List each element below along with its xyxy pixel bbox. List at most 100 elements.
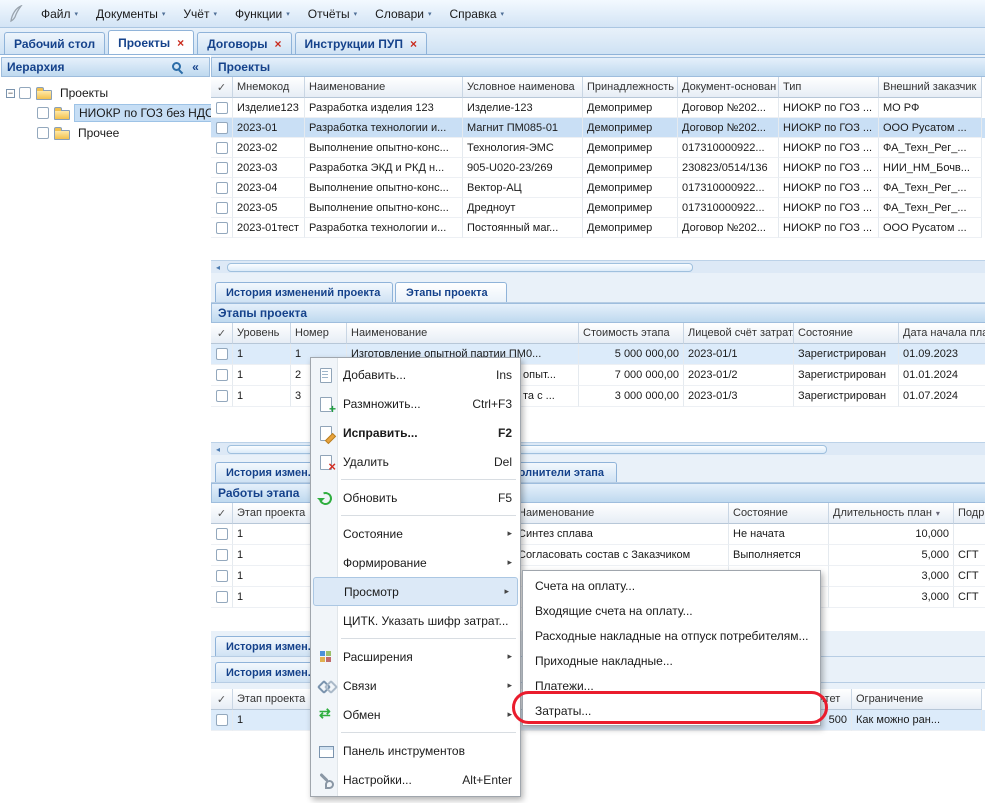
menu-add[interactable]: Добавить...Ins: [311, 360, 520, 389]
table-row[interactable]: 2023-04Выполнение опытно-конс...Вектор-А…: [211, 178, 985, 198]
column-header[interactable]: Длительность план▾: [829, 503, 954, 524]
column-header[interactable]: ✓: [211, 323, 233, 344]
menu-refresh[interactable]: ОбновитьF5: [311, 483, 520, 512]
column-header[interactable]: Внешний заказчик: [879, 77, 982, 98]
table-row[interactable]: 2023-03Разработка ЭКД и РКД н...905-U020…: [211, 158, 985, 178]
tab-contracts[interactable]: Договоры×: [197, 32, 291, 54]
table-row[interactable]: 2023-02Выполнение опытно-конс...Технолог…: [211, 138, 985, 158]
checkbox[interactable]: [216, 122, 228, 134]
table-cell: НИОКР по ГОЗ ...: [779, 218, 879, 238]
submenu-receipt-notes[interactable]: Приходные накладные...: [523, 648, 820, 673]
menu-dictionaries[interactable]: Словари▾: [366, 3, 440, 25]
checkbox[interactable]: [216, 549, 228, 561]
menu-edit[interactable]: Исправить...F2: [311, 418, 520, 447]
checkbox[interactable]: [216, 528, 228, 540]
close-tab-icon[interactable]: ×: [275, 39, 282, 49]
submenu-payments[interactable]: Платежи...: [523, 673, 820, 698]
scroll-left-icon[interactable]: ◂: [211, 261, 225, 274]
close-tab-icon[interactable]: ×: [410, 39, 417, 49]
column-header[interactable]: Наименование: [305, 77, 463, 98]
column-header[interactable]: ✓: [211, 503, 233, 524]
menu-reports[interactable]: Отчёты▾: [299, 3, 366, 25]
column-header[interactable]: Номер: [291, 323, 347, 344]
column-header[interactable]: Мнемокод: [233, 77, 305, 98]
menu-extensions[interactable]: Расширения▸: [311, 642, 520, 671]
table-row[interactable]: 2023-05Выполнение опытно-конс...Дредноут…: [211, 198, 985, 218]
submenu-expense-notes[interactable]: Расходные накладные на отпуск потребител…: [523, 623, 820, 648]
column-header[interactable]: ✓: [211, 689, 233, 710]
search-button[interactable]: [168, 59, 185, 75]
tab[interactable]: Этапы проекта: [395, 282, 507, 302]
checkbox[interactable]: [216, 102, 228, 114]
close-tab-icon[interactable]: ×: [177, 38, 184, 48]
checkbox[interactable]: [216, 390, 228, 402]
column-header[interactable]: Наименование: [347, 323, 579, 344]
table-row[interactable]: 2023-01тестРазработка технологии и...Пос…: [211, 218, 985, 238]
checkbox[interactable]: [216, 162, 228, 174]
checkbox[interactable]: [216, 591, 228, 603]
menu-documents[interactable]: Документы▾: [87, 3, 174, 25]
tab-desktop[interactable]: Рабочий стол: [4, 32, 105, 54]
checkbox[interactable]: [216, 348, 228, 360]
tree-item[interactable]: −Проекты: [0, 83, 211, 103]
column-header[interactable]: Состояние: [729, 503, 829, 524]
tab-instructions[interactable]: Инструкции ПУП×: [295, 32, 427, 54]
table-cell: 1: [233, 344, 291, 365]
checkbox[interactable]: [216, 714, 228, 726]
column-header[interactable]: Наименование: [514, 503, 729, 524]
column-header[interactable]: Лицевой счёт затрат.: [684, 323, 794, 344]
scroll-left-icon[interactable]: ◂: [211, 443, 225, 456]
menu-delete[interactable]: УдалитьDel: [311, 447, 520, 476]
column-header[interactable]: Стоимость этапа: [579, 323, 684, 344]
column-header[interactable]: Подр...: [954, 503, 985, 524]
menu-formation[interactable]: Формирование▸: [311, 548, 520, 577]
table-row[interactable]: 2023-01Разработка технологии и...Магнит …: [211, 118, 985, 138]
column-header[interactable]: Дата начала план: [899, 323, 985, 344]
checkbox[interactable]: [216, 222, 228, 234]
menu-exchange[interactable]: Обмен▸: [311, 700, 520, 729]
checkbox[interactable]: [216, 142, 228, 154]
scrollbar-thumb[interactable]: [227, 263, 693, 272]
menu-state[interactable]: Состояние▸: [311, 519, 520, 548]
submenu-costs[interactable]: Затраты...: [523, 698, 820, 723]
column-header[interactable]: ✓: [211, 77, 233, 98]
tree-item[interactable]: Прочее: [0, 123, 211, 143]
checkbox[interactable]: [19, 87, 31, 99]
column-header-label: Наименование: [518, 507, 594, 519]
menu-citk-cost-code[interactable]: ЦИТК. Указать шифр затрат...: [311, 606, 520, 635]
checkbox[interactable]: [216, 182, 228, 194]
menu-toolbar-panel[interactable]: Панель инструментов: [311, 736, 520, 765]
menu-accounting[interactable]: Учёт▾: [174, 3, 226, 25]
tab[interactable]: История изменений проекта: [215, 282, 393, 302]
column-header[interactable]: Состояние: [794, 323, 899, 344]
checkbox[interactable]: [216, 570, 228, 582]
submenu-invoices[interactable]: Счета на оплату...: [523, 573, 820, 598]
menu-settings[interactable]: Настройки...Alt+Enter: [311, 765, 520, 794]
submenu-incoming-invoices[interactable]: Входящие счета на оплату...: [523, 598, 820, 623]
checkbox[interactable]: [37, 107, 49, 119]
menu-help[interactable]: Справка▾: [440, 3, 513, 25]
menu-duplicate[interactable]: Размножить...Ctrl+F3: [311, 389, 520, 418]
table-cell: 01.09.2023: [899, 344, 985, 365]
column-header[interactable]: Тип: [779, 77, 879, 98]
table-row[interactable]: Изделие123Разработка изделия 123Изделие-…: [211, 98, 985, 118]
tree-item[interactable]: НИОКР по ГОЗ без НДС: [0, 103, 211, 123]
column-header[interactable]: Документ-основан: [678, 77, 779, 98]
column-header[interactable]: Условное наименова: [463, 77, 583, 98]
column-header[interactable]: Ограничение: [852, 689, 982, 710]
table-cell: 2023-01/1: [684, 344, 794, 365]
cell-value: НИОКР по ГОЗ ...: [783, 142, 872, 154]
column-header[interactable]: Уровень: [233, 323, 291, 344]
column-header[interactable]: Принадлежность: [583, 77, 678, 98]
checkbox[interactable]: [216, 202, 228, 214]
expander-icon[interactable]: −: [6, 89, 15, 98]
menu-links[interactable]: Связи▸: [311, 671, 520, 700]
projects-horizontal-scrollbar[interactable]: ◂ ▸: [211, 260, 985, 273]
tab-projects[interactable]: Проекты×: [108, 30, 194, 54]
menu-functions[interactable]: Функции▾: [226, 3, 299, 25]
collapse-panel-button[interactable]: «: [187, 59, 204, 75]
menu-view[interactable]: Просмотр▸: [313, 577, 518, 606]
checkbox[interactable]: [37, 127, 49, 139]
menu-file[interactable]: Файл▾: [32, 3, 87, 25]
checkbox[interactable]: [216, 369, 228, 381]
